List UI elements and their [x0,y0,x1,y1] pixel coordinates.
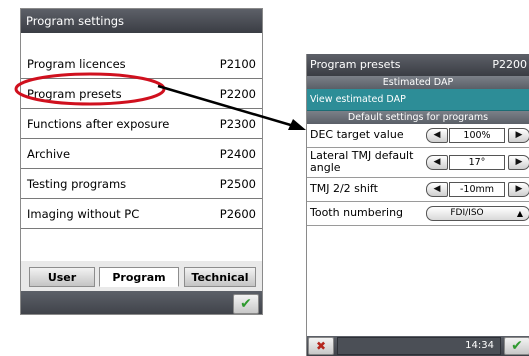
tab-bar: User Program Technical [29,267,256,287]
section-default-settings: Default settings for programs [307,111,529,124]
window-title-code: P2200 [492,58,527,71]
check-icon: ✔ [511,338,523,354]
stepper-value: 17° [449,155,505,170]
ok-button[interactable]: ✔ [233,294,259,314]
view-estimated-dap-button[interactable]: View estimated DAP [307,89,529,111]
arrow-left-icon: ◀ [433,184,441,194]
updown-arrow-icon: ▲ [516,209,523,218]
menu-item-label: Archive [27,147,71,161]
left-footer: User Program Technical ✔ [21,261,262,314]
tab-program[interactable]: Program [99,267,179,287]
menu-item-label: Program licences [27,57,126,71]
arrow-left-icon: ◀ [433,130,441,140]
close-icon: ✖ [315,339,327,353]
window-title-text: Program presets [310,58,401,71]
menu-item-code: P2400 [219,147,256,161]
increase-button[interactable]: ▶ [508,155,529,170]
setting-lateral-tmj-angle: Lateral TMJ default angle ◀ 17° ▶ [307,148,529,178]
menu-item-label: Testing programs [27,177,127,191]
stepper-value: 100% [449,128,505,143]
left-status-bar: ✔ [21,291,262,314]
arrow-right-icon: ▶ [515,184,523,194]
decrease-button[interactable]: ◀ [426,128,448,143]
arrow-right-icon: ▶ [515,157,523,167]
menu-item-code: P2300 [219,117,256,131]
setting-label: Tooth numbering [310,206,404,219]
menu-item-label: Functions after exposure [27,117,170,131]
setting-tooth-numbering: Tooth numbering FDI/ISO ▲ [307,202,529,226]
tmj-angle-stepper: ◀ 17° ▶ [426,155,529,170]
cancel-button[interactable]: ✖ [308,337,334,355]
ok-button[interactable]: ✔ [504,337,529,355]
menu-item-label: Imaging without PC [27,207,140,221]
decrease-button[interactable]: ◀ [426,182,448,197]
menu-item-label: Program presets [27,87,122,101]
menu-item-archive[interactable]: Archive P2400 [21,139,262,169]
tooth-numbering-select[interactable]: FDI/ISO ▲ [426,206,529,221]
tmj-shift-stepper: ◀ -10mm ▶ [426,182,529,197]
stepper-value: -10mm [449,182,505,197]
section-estimated-dap: Estimated DAP [307,76,529,89]
setting-tmj-shift: TMJ 2/2 shift ◀ -10mm ▶ [307,178,529,202]
program-presets-window: Program presets P2200 Estimated DAP View… [306,54,529,356]
setting-label: Lateral TMJ default angle [310,149,414,174]
pointer-arrow-head [288,119,306,130]
tab-technical[interactable]: Technical [184,267,256,287]
program-settings-window: Program settings Program licences P2100 … [20,8,263,315]
right-status-bar: ✖ 14:34 ✔ [307,336,529,356]
window-title: Program settings [21,9,262,33]
menu-item-imaging-without-pc[interactable]: Imaging without PC P2600 [21,199,262,229]
menu-item-program-licences[interactable]: Program licences P2100 [21,49,262,79]
arrow-right-icon: ▶ [515,130,523,140]
increase-button[interactable]: ▶ [508,128,529,143]
increase-button[interactable]: ▶ [508,182,529,197]
menu-item-functions-after-exposure[interactable]: Functions after exposure P2300 [21,109,262,139]
dec-target-stepper: ◀ 100% ▶ [426,128,529,143]
menu-item-testing-programs[interactable]: Testing programs P2500 [21,169,262,199]
menu-item-program-presets[interactable]: Program presets P2200 [21,79,262,109]
menu-item-code: P2200 [219,87,256,101]
setting-label: DEC target value [310,128,404,141]
tab-user[interactable]: User [29,267,95,287]
arrow-left-icon: ◀ [433,157,441,167]
menu-item-code: P2500 [219,177,256,191]
setting-dec-target-value: DEC target value ◀ 100% ▶ [307,124,529,148]
check-icon: ✔ [240,296,252,312]
select-value: FDI/ISO [450,208,484,218]
clock: 14:34 [337,337,501,355]
decrease-button[interactable]: ◀ [426,155,448,170]
window-title: Program presets P2200 [307,54,529,76]
menu-item-code: P2100 [219,57,256,71]
settings-menu: Program licences P2100 Program presets P… [21,49,262,229]
menu-item-code: P2600 [219,207,256,221]
setting-label: TMJ 2/2 shift [310,182,378,195]
